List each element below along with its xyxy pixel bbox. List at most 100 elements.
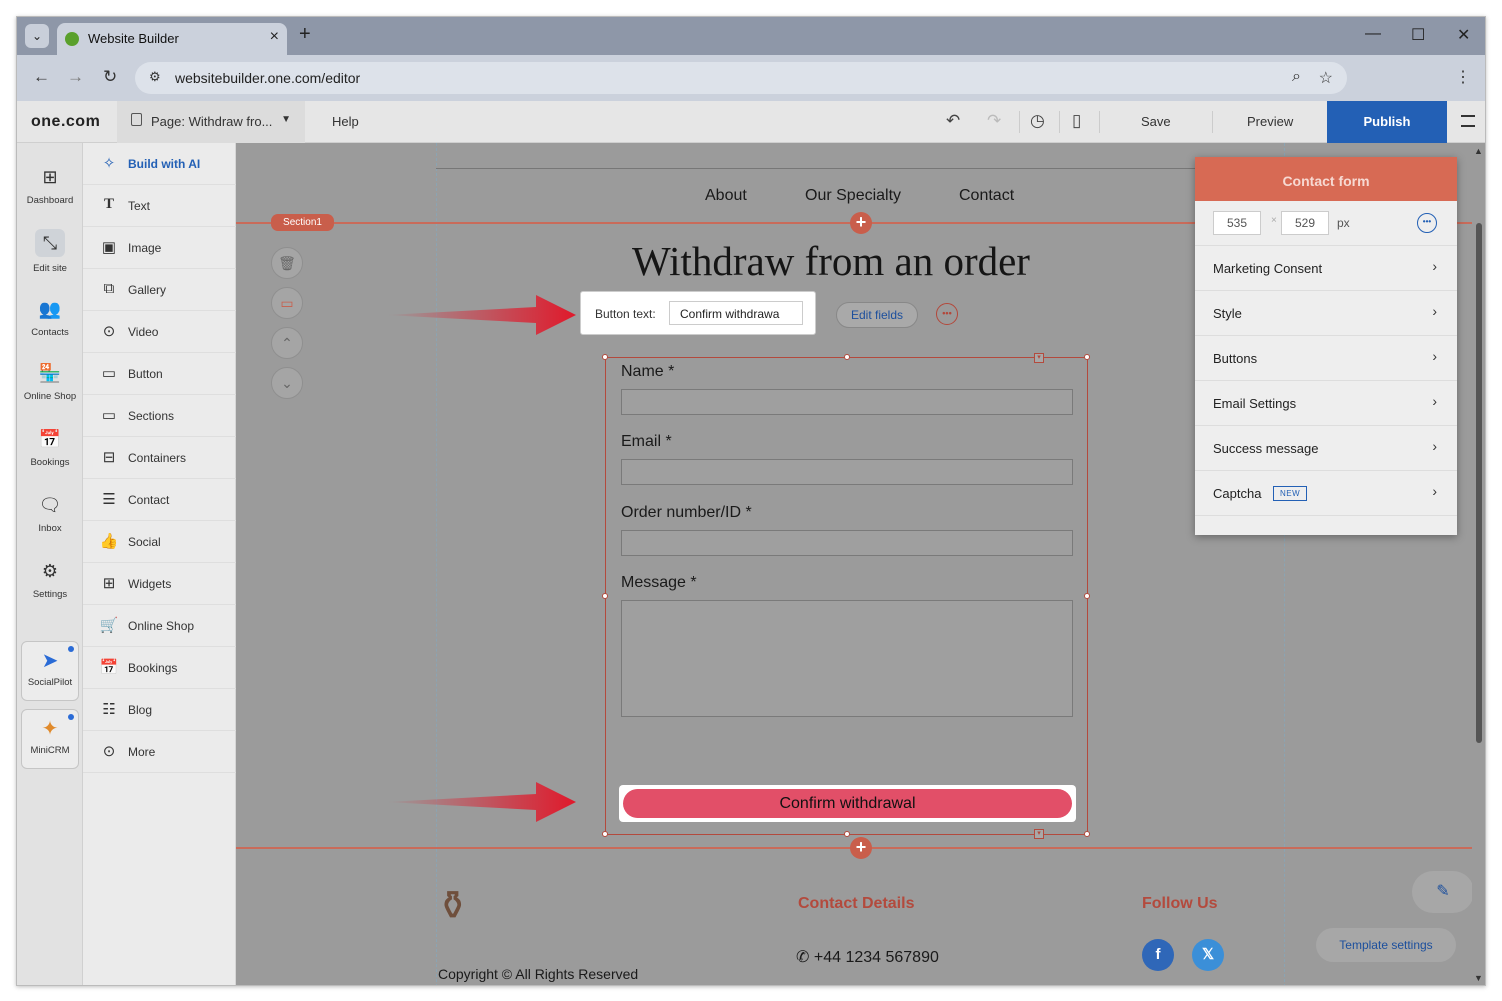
preview-button[interactable]: Preview — [1247, 114, 1293, 129]
panel-item-button[interactable]: ▭ Button — [83, 353, 236, 395]
section-label[interactable]: Section1 — [271, 214, 334, 231]
mobile-view-icon[interactable]: ▯ — [1072, 111, 1081, 131]
resize-handle[interactable] — [844, 831, 850, 837]
message-textarea[interactable] — [621, 600, 1073, 717]
browser-tab[interactable]: Website Builder × — [57, 23, 287, 55]
panel-item-marketing-consent[interactable]: Marketing Consent › — [1195, 246, 1457, 291]
form-control-icon[interactable]: ▾ — [1034, 353, 1044, 363]
panel-item-online-shop[interactable]: 🛒 Online Shop — [83, 605, 236, 647]
width-input[interactable]: 535 — [1213, 211, 1261, 235]
resize-handle[interactable] — [602, 593, 608, 599]
maximize-icon[interactable]: ☐ — [1411, 25, 1425, 45]
copyright-text[interactable]: Copyright © All Rights Reserved — [438, 966, 638, 982]
panel-item-email-settings[interactable]: Email Settings › — [1195, 381, 1457, 426]
panel-item-contact[interactable]: ☰ Contact — [83, 479, 236, 521]
scroll-up-icon[interactable]: ▲ — [1474, 146, 1483, 156]
panel-item-text[interactable]: T Text — [83, 185, 236, 227]
site-nav-contact[interactable]: Contact — [959, 187, 1014, 205]
panel-item-build-with-ai[interactable]: ✧ Build with AI — [83, 143, 236, 185]
panel-item-style[interactable]: Style › — [1195, 291, 1457, 336]
form-control-icon[interactable]: ▾ — [1034, 829, 1044, 839]
history-icon[interactable]: ◷ — [1030, 111, 1045, 131]
rail-item-dashboard[interactable]: ⊞ Dashboard — [17, 165, 83, 225]
scroll-down-icon[interactable]: ▼ — [1474, 973, 1483, 983]
panel-item-blog[interactable]: ☷ Blog — [83, 689, 236, 731]
site-nav-about[interactable]: About — [705, 187, 747, 205]
phone-text[interactable]: ✆ +44 1234 567890 — [796, 947, 939, 967]
panel-item-social[interactable]: 👍 Social — [83, 521, 236, 563]
more-options-icon[interactable]: ••• — [1417, 213, 1437, 233]
panel-item-bookings[interactable]: 📅 Bookings — [83, 647, 236, 689]
rail-item-online-shop[interactable]: 🏪 Online Shop — [17, 361, 83, 421]
forward-icon[interactable]: → — [67, 67, 84, 87]
email-input[interactable] — [621, 459, 1073, 485]
zoom-icon[interactable]: ⌕ — [1292, 68, 1301, 86]
help-link[interactable]: Help — [332, 114, 359, 129]
tab-search-button[interactable]: ⌄ — [25, 24, 49, 48]
scrollbar-thumb[interactable] — [1476, 223, 1482, 743]
rail-item-contacts[interactable]: 👥 Contacts — [17, 297, 83, 357]
contact-details-heading[interactable]: Contact Details — [798, 895, 914, 913]
rail-item-bookings[interactable]: 📅 Bookings — [17, 427, 83, 487]
rail-item-settings[interactable]: ⚙ Settings — [17, 559, 83, 619]
button-text-input[interactable]: Confirm withdrawa — [669, 301, 803, 325]
canvas-scrollbar[interactable]: ▲ ▼ — [1472, 143, 1485, 985]
resize-handle[interactable] — [1084, 593, 1090, 599]
rail-item-edit-site[interactable]: ⤡ Edit site — [17, 229, 83, 289]
panel-item-gallery[interactable]: ⧉ Gallery — [83, 269, 236, 311]
panel-item-image[interactable]: ▣ Image — [83, 227, 236, 269]
page-selector[interactable]: Page: Withdraw fro... ▼ — [117, 101, 305, 143]
section-layers-icon[interactable]: ▭ — [271, 287, 303, 319]
reload-icon[interactable]: ↻ — [103, 67, 117, 87]
name-input[interactable] — [621, 389, 1073, 415]
more-options-icon[interactable]: ••• — [936, 303, 958, 325]
template-settings-button[interactable]: Template settings — [1316, 928, 1456, 962]
panel-item-captcha[interactable]: Captcha NEW › — [1195, 471, 1457, 516]
save-button[interactable]: Save — [1141, 114, 1171, 129]
panel-item-more[interactable]: ⊙ More — [83, 731, 236, 773]
resize-handle[interactable] — [1084, 354, 1090, 360]
resize-handle[interactable] — [844, 354, 850, 360]
resize-handle[interactable] — [602, 354, 608, 360]
order-input[interactable] — [621, 530, 1073, 556]
template-style-icon[interactable]: ✎ — [1412, 871, 1474, 913]
contact-form[interactable]: ▾ ▾ Name * Email * Order number/ID * Mes… — [602, 353, 1090, 839]
move-down-icon[interactable]: ⌄ — [271, 367, 303, 399]
back-icon[interactable]: ← — [33, 67, 50, 87]
resize-handle[interactable] — [1084, 831, 1090, 837]
resize-handle[interactable] — [602, 831, 608, 837]
bookmark-star-icon[interactable]: ☆ — [1319, 68, 1333, 88]
redo-icon[interactable]: ↷ — [987, 111, 1001, 131]
panel-item-sections[interactable]: ▭ Sections — [83, 395, 236, 437]
url-box[interactable]: ⚙ websitebuilder.one.com/editor ⌕ ☆ — [135, 62, 1347, 94]
rail-item-inbox[interactable]: 🗨 Inbox — [17, 493, 83, 553]
panel-item-video[interactable]: ⊙ Video — [83, 311, 236, 353]
x-twitter-icon[interactable]: 𝕏 — [1192, 939, 1224, 971]
new-tab-icon[interactable]: + — [299, 23, 311, 46]
rail-app-socialpilot[interactable]: ➤ SocialPilot — [21, 641, 79, 701]
site-nav-our-specialty[interactable]: Our Specialty — [805, 187, 901, 205]
rail-app-minicrm[interactable]: ✦ MiniCRM — [21, 709, 79, 769]
undo-icon[interactable]: ↶ — [946, 111, 960, 131]
site-info-icon[interactable]: ⚙ — [149, 69, 161, 85]
publish-button[interactable]: Publish — [1327, 101, 1447, 143]
panel-item-widgets[interactable]: ⊞ Widgets — [83, 563, 236, 605]
follow-us-heading[interactable]: Follow Us — [1142, 895, 1218, 913]
add-section-icon[interactable]: + — [850, 837, 872, 859]
minimize-icon[interactable]: — — [1365, 25, 1381, 43]
edit-fields-button[interactable]: Edit fields — [836, 302, 918, 328]
browser-menu-icon[interactable]: ⋮ — [1455, 67, 1471, 87]
url-text[interactable]: websitebuilder.one.com/editor — [175, 70, 360, 86]
add-section-icon[interactable]: + — [850, 212, 872, 234]
panel-item-buttons[interactable]: Buttons › — [1195, 336, 1457, 381]
panel-item-success-message[interactable]: Success message › — [1195, 426, 1457, 471]
address-bar: ← → ↻ ⚙ websitebuilder.one.com/editor ⌕ … — [17, 55, 1485, 101]
window-close-icon[interactable]: ✕ — [1457, 25, 1470, 45]
move-up-icon[interactable]: ⌃ — [271, 327, 303, 359]
panel-item-containers[interactable]: ⊟ Containers — [83, 437, 236, 479]
facebook-icon[interactable]: f — [1142, 939, 1174, 971]
confirm-withdrawal-button[interactable]: Confirm withdrawal — [623, 789, 1072, 818]
height-input[interactable]: 529 — [1281, 211, 1329, 235]
hamburger-menu-icon[interactable] — [1461, 115, 1475, 127]
tab-close-icon[interactable]: × — [270, 28, 279, 46]
